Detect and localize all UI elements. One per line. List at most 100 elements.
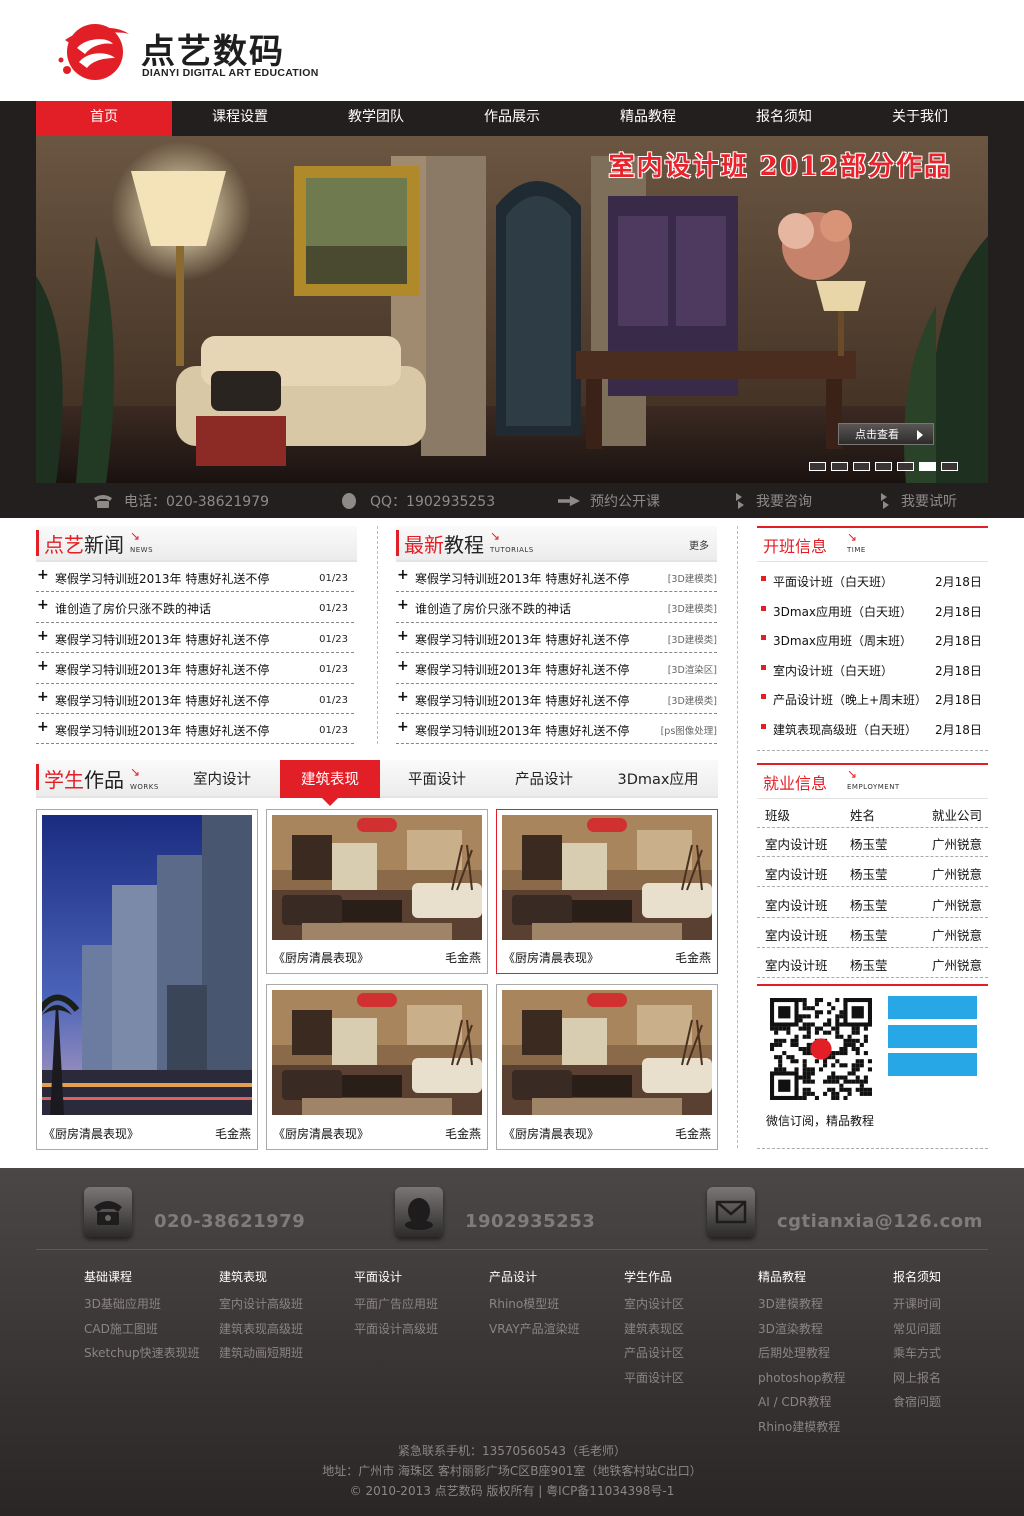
news-item[interactable]: + 寒假学习特训班2013年 特惠好礼送不停 01/23 bbox=[36, 653, 354, 684]
footer-link[interactable]: Sketchup快速表现班 bbox=[84, 1344, 200, 1369]
news-item-date: 01/23 bbox=[319, 724, 348, 736]
info-open-class[interactable]: 预约公开课 bbox=[558, 491, 660, 511]
footer-link[interactable]: 建筑表现高级班 bbox=[219, 1320, 303, 1345]
footer-link[interactable]: 平面广告应用班 bbox=[354, 1295, 438, 1320]
work-card[interactable]: 《厨房清晨表现》 毛金燕 bbox=[496, 809, 718, 974]
class-item[interactable]: 平面设计班（白天班） 2月18日 bbox=[757, 566, 988, 595]
class-item[interactable]: 3Dmax应用班（白天班） 2月18日 bbox=[757, 596, 988, 625]
nav-item-about[interactable]: 关于我们 bbox=[852, 101, 988, 136]
news-item[interactable]: + 谁创造了房价只涨不跌的神话 01/23 bbox=[36, 592, 354, 623]
wechat-caption: 微信订阅，精品教程 bbox=[766, 1114, 875, 1128]
footer-link[interactable]: AI / CDR教程 bbox=[758, 1393, 845, 1418]
footer-link[interactable]: 建筑动画短期班 bbox=[219, 1344, 303, 1369]
slide-dot[interactable] bbox=[809, 462, 826, 471]
footer-link[interactable]: 3D建模教程 bbox=[758, 1295, 845, 1320]
tab-architecture[interactable]: 建筑表现 bbox=[280, 760, 380, 806]
tab-product[interactable]: 产品设计 bbox=[492, 760, 596, 798]
news-item-title: 寒假学习特训班2013年 特惠好礼送不停 bbox=[55, 572, 270, 586]
class-item-date: 2月18日 bbox=[935, 663, 982, 678]
employment-bottom-rule bbox=[757, 984, 988, 986]
footer-link[interactable]: VRAY产品渲染班 bbox=[489, 1320, 580, 1345]
hero-banner[interactable]: 室内设计班 2012部分作品 点击查看 bbox=[36, 136, 988, 483]
footer-link[interactable]: 开课时间 bbox=[893, 1295, 941, 1320]
news-item[interactable]: + 寒假学习特训班2013年 特惠好礼送不停 01/23 bbox=[36, 623, 354, 654]
work-card[interactable]: 《厨房清晨表现》 毛金燕 bbox=[496, 984, 718, 1150]
employment-row: 室内设计班 杨玉莹 广州锐意 bbox=[757, 888, 988, 918]
footer-link[interactable]: 后期处理教程 bbox=[758, 1344, 845, 1369]
footer-link[interactable]: 产品设计区 bbox=[624, 1344, 684, 1369]
tutorials-header-bar bbox=[396, 530, 399, 556]
footer-link[interactable]: 建筑表现区 bbox=[624, 1320, 684, 1345]
wechat-button-2[interactable] bbox=[888, 1025, 977, 1048]
footer-link[interactable]: CAD施工图班 bbox=[84, 1320, 200, 1345]
info-qq[interactable]: QQ：1902935253 bbox=[338, 491, 495, 511]
info-consult[interactable]: 我要咨询 bbox=[736, 491, 812, 511]
footer-link[interactable]: 室内设计区 bbox=[624, 1295, 684, 1320]
footer-link[interactable]: 室内设计高级班 bbox=[219, 1295, 303, 1320]
footer-link[interactable]: 食宿问题 bbox=[893, 1393, 941, 1418]
site-logo[interactable]: 点艺数码 DIANYI DIGITAL ART EDUCATION bbox=[55, 18, 318, 84]
tutorial-item[interactable]: + 寒假学习特训班2013年 特惠好礼送不停 [3D建模类] bbox=[396, 562, 717, 593]
square-bullet-icon bbox=[761, 664, 766, 670]
tutorial-item-tag: [3D建模类] bbox=[667, 634, 717, 646]
slide-dot[interactable] bbox=[897, 462, 914, 471]
tab-3dmax[interactable]: 3Dmax应用 bbox=[598, 760, 718, 798]
nav-item-enroll[interactable]: 报名须知 bbox=[716, 101, 852, 136]
tutorials-more-link[interactable]: 更多 bbox=[689, 537, 709, 552]
employment-name: 杨玉莹 bbox=[850, 897, 888, 913]
tutorial-item[interactable]: + 寒假学习特训班2013年 特惠好礼送不停 [3D建模类] bbox=[396, 623, 717, 654]
class-item[interactable]: 建筑表现高级班（白天班） 2月18日 bbox=[757, 714, 988, 743]
slide-dot[interactable] bbox=[941, 462, 958, 471]
work-card[interactable]: 《厨房清晨表现》 毛金燕 bbox=[266, 984, 488, 1150]
news-item[interactable]: + 寒假学习特训班2013年 特惠好礼送不停 01/23 bbox=[36, 714, 354, 745]
nav-item-team[interactable]: 教学团队 bbox=[308, 101, 444, 136]
nav-item-works[interactable]: 作品展示 bbox=[444, 101, 580, 136]
footer-link[interactable]: 常见问题 bbox=[893, 1320, 941, 1345]
nav-item-courses[interactable]: 课程设置 bbox=[172, 101, 308, 136]
tutorial-item[interactable]: + 谁创造了房价只涨不跌的神话 [3D建模类] bbox=[396, 592, 717, 623]
slide-dot[interactable] bbox=[919, 462, 936, 471]
employment-class: 室内设计班 bbox=[765, 897, 828, 913]
plus-icon: + bbox=[37, 567, 49, 583]
slide-dot[interactable] bbox=[853, 462, 870, 471]
work-room-image bbox=[272, 990, 482, 1115]
news-item-title: 谁创造了房价只涨不跌的神话 bbox=[55, 602, 212, 617]
footer-link[interactable]: Rhino建模教程 bbox=[758, 1418, 845, 1443]
footer-link[interactable]: photoshop教程 bbox=[758, 1369, 845, 1394]
tutorial-item[interactable]: + 寒假学习特训班2013年 特惠好礼送不停 [3D建模类] bbox=[396, 684, 717, 714]
tab-graphic[interactable]: 平面设计 bbox=[384, 760, 490, 798]
news-item[interactable]: + 寒假学习特训班2013年 特惠好礼送不停 01/23 bbox=[36, 684, 354, 714]
nav-item-home[interactable]: 首页 bbox=[36, 101, 172, 136]
work-card[interactable]: 《厨房清晨表现》 毛金燕 bbox=[266, 809, 488, 974]
footer-link[interactable]: 网上报名 bbox=[893, 1369, 941, 1394]
footer-link[interactable]: 平面设计高级班 bbox=[354, 1320, 438, 1345]
class-item[interactable]: 3Dmax应用班（周末班） 2月18日 bbox=[757, 625, 988, 654]
wechat-button-3[interactable] bbox=[888, 1053, 977, 1076]
tab-interior[interactable]: 室内设计 bbox=[166, 760, 278, 798]
wechat-button-1[interactable] bbox=[888, 996, 977, 1019]
nav-item-tutorials[interactable]: 精品教程 bbox=[580, 101, 716, 136]
tutorial-item[interactable]: + 寒假学习特训班2013年 特惠好礼送不停 [ps图像处理] bbox=[396, 714, 717, 745]
tutorials-title: 最新教程 bbox=[404, 533, 484, 557]
slide-dot[interactable] bbox=[875, 462, 892, 471]
class-item-name: 室内设计班（白天班） bbox=[773, 663, 894, 678]
footer-link[interactable]: 3D渲染教程 bbox=[758, 1320, 845, 1345]
class-item[interactable]: 产品设计班（晚上+周末班） 2月18日 bbox=[757, 684, 988, 713]
info-trial[interactable]: 我要试听 bbox=[881, 491, 957, 511]
footer-link[interactable]: Rhino模型班 bbox=[489, 1295, 580, 1320]
employment-company: 广州锐意 bbox=[932, 927, 983, 943]
footer-link[interactable]: 乘车方式 bbox=[893, 1344, 941, 1369]
work-card[interactable]: 《厨房清晨表现》 毛金燕 bbox=[36, 809, 258, 1150]
class-item[interactable]: 室内设计班（白天班） 2月18日 bbox=[757, 655, 988, 684]
banner-view-button[interactable]: 点击查看 bbox=[838, 423, 934, 445]
tutorial-item-tag: [3D建模类] bbox=[667, 574, 717, 585]
footer-link[interactable]: 3D基础应用班 bbox=[84, 1295, 200, 1320]
class-item-date: 2月18日 bbox=[935, 634, 982, 649]
footer-link[interactable]: 平面设计区 bbox=[624, 1369, 684, 1394]
employment-title-en: EMPLOYMENT bbox=[847, 783, 900, 791]
class-item-name: 3Dmax应用班（周末班） bbox=[773, 634, 913, 649]
class-item-date: 2月18日 bbox=[935, 723, 982, 737]
tutorial-item[interactable]: + 寒假学习特训班2013年 特惠好礼送不停 [3D渲染区] bbox=[396, 653, 717, 684]
slide-dot[interactable] bbox=[831, 462, 848, 471]
news-item[interactable]: + 寒假学习特训班2013年 特惠好礼送不停 01/23 bbox=[36, 562, 354, 593]
